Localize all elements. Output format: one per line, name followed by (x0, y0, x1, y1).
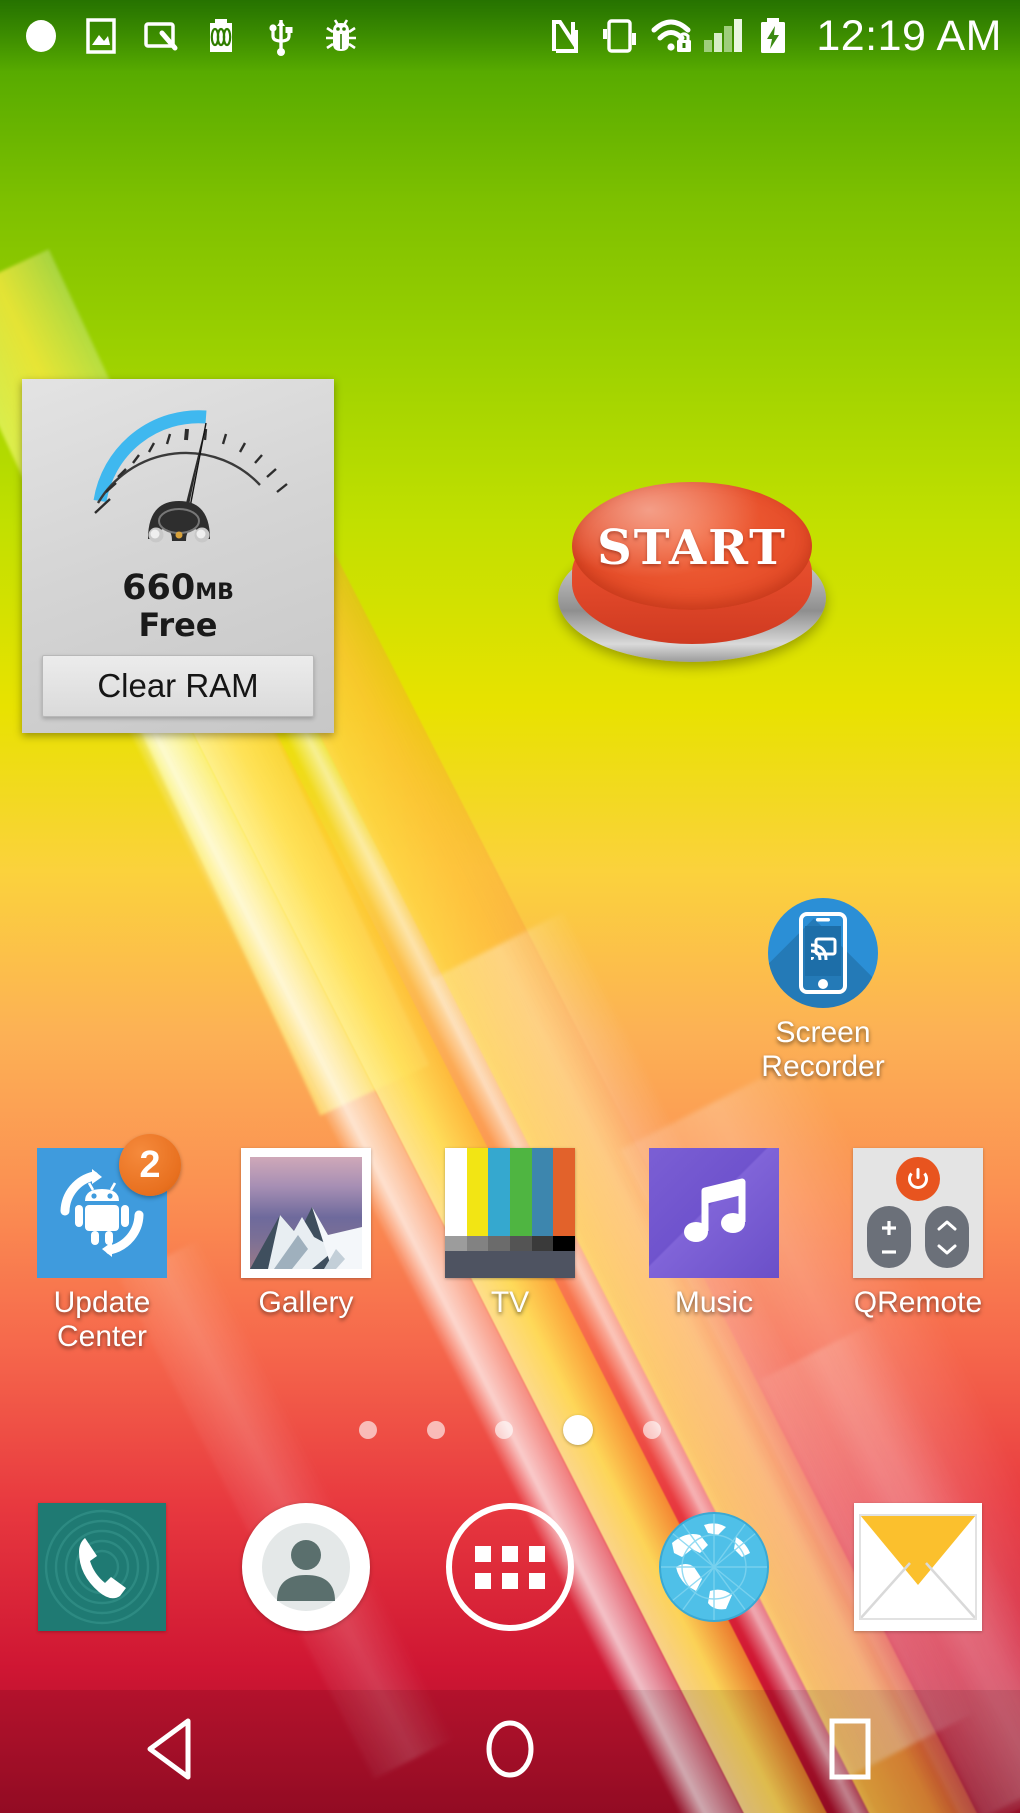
app-icon-screen-recorder[interactable]: Screen Recorder (723, 898, 923, 1083)
dock-item-email[interactable] (816, 1503, 1020, 1631)
app-icon-tv[interactable]: TV (408, 1148, 612, 1378)
app-label-music: Music (674, 1286, 754, 1319)
power-button-icon (896, 1157, 940, 1201)
update-count-badge: 2 (119, 1134, 181, 1196)
app-icon-qremote[interactable]: QRemote (816, 1148, 1020, 1378)
status-bar-clock: 12:19 AM (816, 11, 1002, 60)
nfc-icon (546, 14, 584, 58)
app-icon-update-center[interactable]: 2 Update Center (0, 1134, 204, 1378)
bug-icon (322, 14, 360, 58)
remote-control-icon (853, 1148, 983, 1278)
label-line-1: Screen (775, 1016, 871, 1049)
dock-item-app-drawer[interactable] (408, 1503, 612, 1631)
dock-item-phone[interactable] (0, 1503, 204, 1631)
photo-frame-icon (241, 1148, 371, 1278)
start-button-label: START (597, 520, 787, 576)
ram-manager-widget[interactable]: 660MB Free Clear RAM (22, 379, 334, 733)
channel-pill-icon (925, 1206, 969, 1268)
app-label-screen-recorder: Screen Recorder (761, 1016, 884, 1083)
app-label-tv: TV (490, 1286, 530, 1319)
phone-handset-icon (38, 1503, 166, 1631)
page-dot[interactable] (427, 1421, 445, 1439)
dock-item-contacts[interactable] (204, 1503, 408, 1631)
apps-grid-dots (475, 1545, 545, 1589)
tv-gray-bars (445, 1236, 576, 1251)
app-label-qremote: QRemote (853, 1286, 983, 1319)
tv-color-bars (445, 1148, 576, 1237)
android-refresh-icon: 2 (37, 1134, 181, 1278)
usb-icon (262, 14, 300, 58)
label-line-1: Update (53, 1286, 151, 1319)
battery-charging-icon (754, 14, 792, 58)
ram-gauge (48, 389, 308, 569)
clear-ram-button[interactable]: Clear RAM (42, 655, 314, 717)
navigation-bar (0, 1690, 1020, 1813)
person-icon (242, 1503, 370, 1631)
ram-number: 660 (122, 568, 196, 608)
phone-vibrate-icon (598, 14, 637, 58)
app-icon-music[interactable]: Music (612, 1148, 816, 1378)
status-bar-right-icons: 12:19 AM (546, 12, 1002, 61)
start-button-widget[interactable]: START (556, 472, 828, 672)
app-label-gallery: Gallery (258, 1286, 354, 1319)
status-bar[interactable]: 12:19 AM (0, 0, 1020, 72)
music-note-icon (649, 1148, 779, 1278)
dock-item-browser[interactable] (612, 1503, 816, 1631)
ram-free-value: 660MB (122, 571, 234, 606)
recents-square-icon (818, 1715, 882, 1788)
battery-coil-icon (202, 14, 240, 58)
color-bars-icon (445, 1148, 576, 1278)
label-line-2: Center (56, 1319, 148, 1353)
volume-pill-icon (867, 1206, 911, 1268)
android-home-screen: 12:19 AM 660MB Free Clear RAM START Scre… (0, 0, 1020, 1813)
ram-free-label: Free (138, 606, 218, 644)
apps-grid-icon (446, 1503, 574, 1631)
wifi-secured-icon (650, 14, 692, 58)
recording-indicator-icon (22, 14, 60, 58)
label-line-2: Recorder (761, 1049, 885, 1083)
nav-button-home[interactable] (340, 1715, 680, 1788)
page-indicator (0, 1415, 1020, 1445)
cellular-signal-icon (702, 14, 743, 58)
app-icon-gallery[interactable]: Gallery (204, 1148, 408, 1378)
gallery-thumbnail (250, 1157, 362, 1269)
home-screen-app-row: 2 Update Center Gallery TV Music QRemote (0, 1134, 1020, 1378)
picture-icon (82, 14, 120, 58)
envelope-icon (854, 1503, 982, 1631)
nav-button-back[interactable] (0, 1715, 340, 1788)
tv-bottom-block (445, 1250, 575, 1278)
app-label-update-center: Update Center (54, 1286, 151, 1353)
page-dot[interactable] (643, 1421, 661, 1439)
start-button-top[interactable]: START (572, 482, 812, 610)
globe-icon (650, 1503, 778, 1631)
page-dot[interactable] (495, 1421, 513, 1439)
status-bar-left-icons (22, 14, 360, 58)
page-dot[interactable] (359, 1421, 377, 1439)
screenshot-capture-icon (142, 14, 180, 58)
ram-unit: MB (195, 580, 234, 605)
dock (0, 1472, 1020, 1662)
back-triangle-icon (138, 1715, 202, 1788)
home-circle-icon (478, 1715, 542, 1788)
nav-button-recents[interactable] (680, 1715, 1020, 1788)
screen-cast-phone-icon (768, 898, 878, 1008)
page-dot-active[interactable] (563, 1415, 593, 1445)
